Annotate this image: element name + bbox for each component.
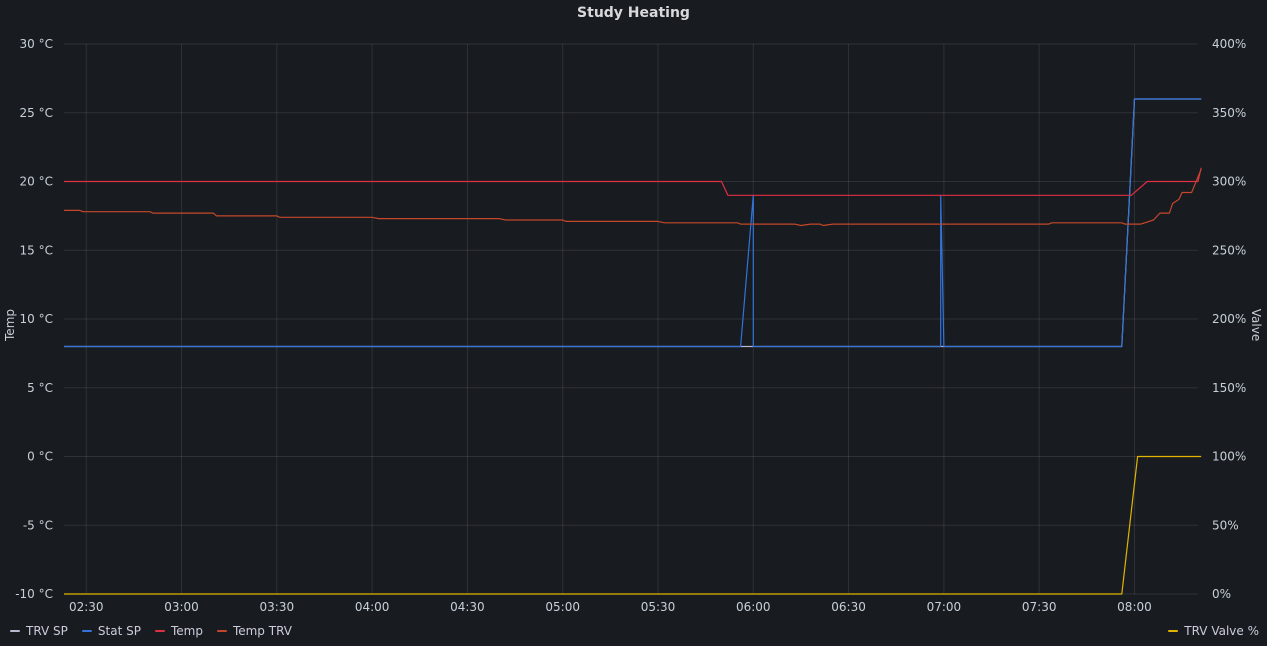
legend-label: Stat SP: [97, 624, 141, 638]
x-tick-label: 05:30: [641, 600, 676, 614]
x-tick-label: 05:00: [545, 600, 580, 614]
left-tick-label: 15 °C: [20, 243, 53, 257]
series-line-stat-sp: [64, 98, 1202, 348]
grid-lines: [64, 43, 1198, 595]
right-tick-label: 350%: [1212, 106, 1246, 120]
legend-swatch: [154, 630, 165, 632]
left-axis-ticks: 30 °C 25 °C 20 °C 15 °C 10 °C 5 °C 0 °C -5 °C -1…: [15, 37, 53, 601]
x-tick-label: 03:00: [164, 600, 199, 614]
legend-label: TRV SP: [26, 624, 68, 638]
series-lines: [64, 98, 1202, 595]
legend-item[interactable]: TRV SP: [10, 624, 68, 638]
legend-item[interactable]: Temp TRV: [216, 624, 292, 638]
legend-label: TRV Valve %: [1184, 624, 1259, 638]
right-tick-label: 150%: [1212, 381, 1246, 395]
x-tick-label: 07:00: [927, 600, 962, 614]
legend-right: TRV Valve %: [1168, 624, 1259, 638]
series-line-temp-trv: [64, 168, 1202, 227]
left-tick-label: 25 °C: [20, 106, 53, 120]
left-tick-label: 0 °C: [27, 450, 53, 464]
left-tick-label: -10 °C: [15, 587, 53, 601]
right-tick-label: 200%: [1212, 312, 1246, 326]
right-axis-label: Valve: [1249, 309, 1263, 341]
x-tick-label: 06:00: [736, 600, 771, 614]
x-tick-label: 04:30: [450, 600, 485, 614]
right-tick-label: 0%: [1212, 587, 1231, 601]
right-tick-label: 300%: [1212, 175, 1246, 189]
chart-panel: Study Heating 30 °C 25 °C 20 °C 15 °C 10 °C 5…: [0, 0, 1267, 646]
right-tick-label: 250%: [1212, 243, 1246, 257]
legend-item[interactable]: TRV Valve %: [1168, 624, 1259, 638]
legend-swatch: [1168, 630, 1179, 632]
x-tick-label: 06:30: [831, 600, 866, 614]
legend-swatch: [10, 630, 20, 632]
left-tick-label: 20 °C: [20, 175, 53, 189]
x-tick-label: 02:30: [69, 600, 104, 614]
legend-label: Temp TRV: [232, 624, 292, 638]
left-axis-label: Temp: [3, 309, 17, 342]
x-tick-label: 08:00: [1117, 600, 1152, 614]
legend-left: TRV SP Stat SP Temp Temp TRV: [10, 624, 292, 638]
left-tick-label: -5 °C: [23, 518, 53, 532]
left-tick-label: 10 °C: [20, 312, 53, 326]
left-tick-label: 5 °C: [27, 381, 53, 395]
legend-item[interactable]: Temp: [154, 624, 203, 638]
line-chart[interactable]: 30 °C 25 °C 20 °C 15 °C 10 °C 5 °C 0 °C -5 °C -1…: [0, 0, 1267, 646]
legend-label: Temp: [170, 624, 203, 638]
right-tick-label: 50%: [1212, 518, 1239, 532]
x-tick-label: 07:30: [1022, 600, 1057, 614]
right-axis-ticks: 400% 350% 300% 250% 200% 150% 100% 50% 0%: [1212, 37, 1246, 601]
legend-item[interactable]: Stat SP: [81, 624, 141, 638]
right-tick-label: 400%: [1212, 37, 1246, 51]
x-tick-label: 04:00: [355, 600, 390, 614]
legend-swatch: [216, 630, 227, 632]
legend-swatch: [81, 630, 92, 632]
left-tick-label: 30 °C: [20, 37, 53, 51]
series-line-trv-sp: [64, 98, 1202, 348]
x-axis-ticks: 02:30 03:00 03:30 04:00 04:30 05:00 05:30 06:00…: [69, 600, 1152, 614]
right-tick-label: 100%: [1212, 450, 1246, 464]
x-tick-label: 03:30: [260, 600, 295, 614]
